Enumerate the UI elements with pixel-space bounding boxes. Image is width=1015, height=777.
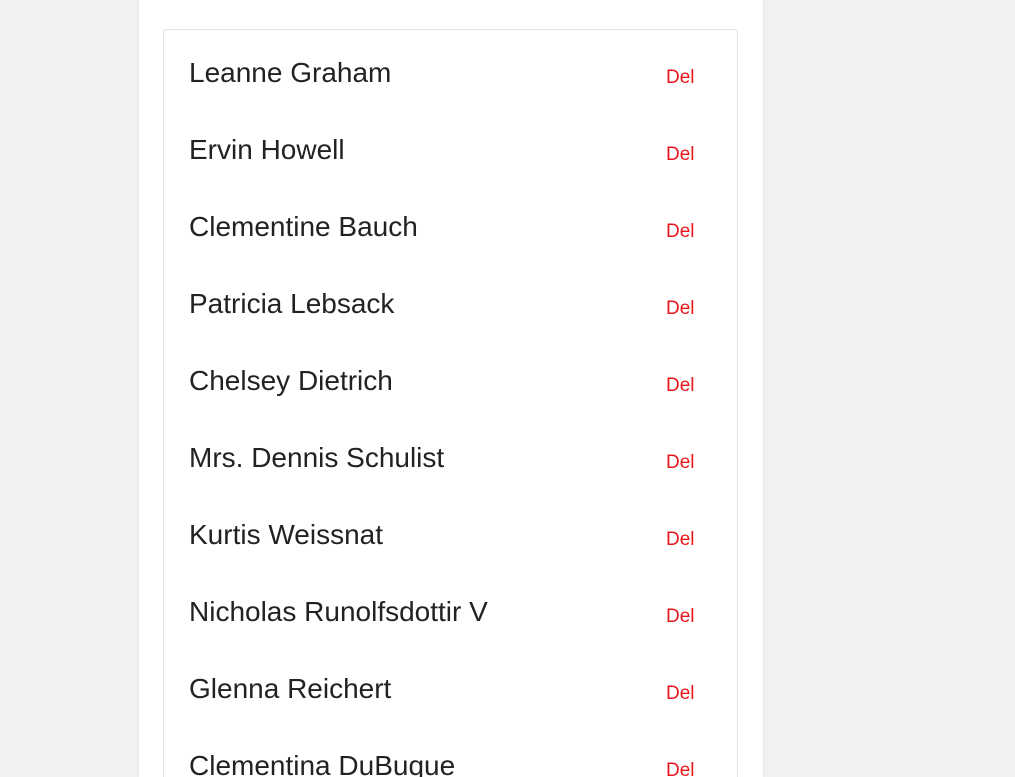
- list-item: Patricia Lebsack Del: [164, 260, 737, 337]
- delete-button[interactable]: Del: [666, 221, 695, 243]
- list-item: Clementine Bauch Del: [164, 183, 737, 260]
- delete-button[interactable]: Del: [666, 606, 695, 628]
- user-name: Chelsey Dietrich: [189, 365, 393, 396]
- delete-button[interactable]: Del: [666, 760, 695, 777]
- user-name: Ervin Howell: [189, 134, 345, 165]
- user-name: Glenna Reichert: [189, 673, 392, 704]
- list-item: Clementina DuBuque Del: [164, 722, 737, 777]
- delete-button[interactable]: Del: [666, 452, 695, 474]
- list-item: Chelsey Dietrich Del: [164, 337, 737, 414]
- list-item: Leanne Graham Del: [164, 29, 737, 106]
- delete-button[interactable]: Del: [666, 683, 695, 705]
- user-name: Leanne Graham: [189, 57, 392, 88]
- user-name: Nicholas Runolfsdottir V: [189, 596, 488, 627]
- list-item: Kurtis Weissnat Del: [164, 491, 737, 568]
- delete-button[interactable]: Del: [666, 529, 695, 551]
- user-name: Patricia Lebsack: [189, 288, 395, 319]
- user-name: Kurtis Weissnat: [189, 519, 383, 550]
- main-panel: Leanne Graham Del Ervin Howell Del Cleme…: [139, 0, 763, 777]
- user-name: Clementine Bauch: [189, 211, 418, 242]
- delete-button[interactable]: Del: [666, 298, 695, 320]
- delete-button[interactable]: Del: [666, 144, 695, 166]
- list-item: Nicholas Runolfsdottir V Del: [164, 568, 737, 645]
- list-item: Mrs. Dennis Schulist Del: [164, 414, 737, 491]
- list-item: Glenna Reichert Del: [164, 645, 737, 722]
- delete-button[interactable]: Del: [666, 67, 695, 89]
- list-item: Ervin Howell Del: [164, 106, 737, 183]
- user-list: Leanne Graham Del Ervin Howell Del Cleme…: [163, 29, 738, 777]
- delete-button[interactable]: Del: [666, 375, 695, 397]
- user-name: Mrs. Dennis Schulist: [189, 442, 445, 473]
- user-name: Clementina DuBuque: [189, 750, 456, 777]
